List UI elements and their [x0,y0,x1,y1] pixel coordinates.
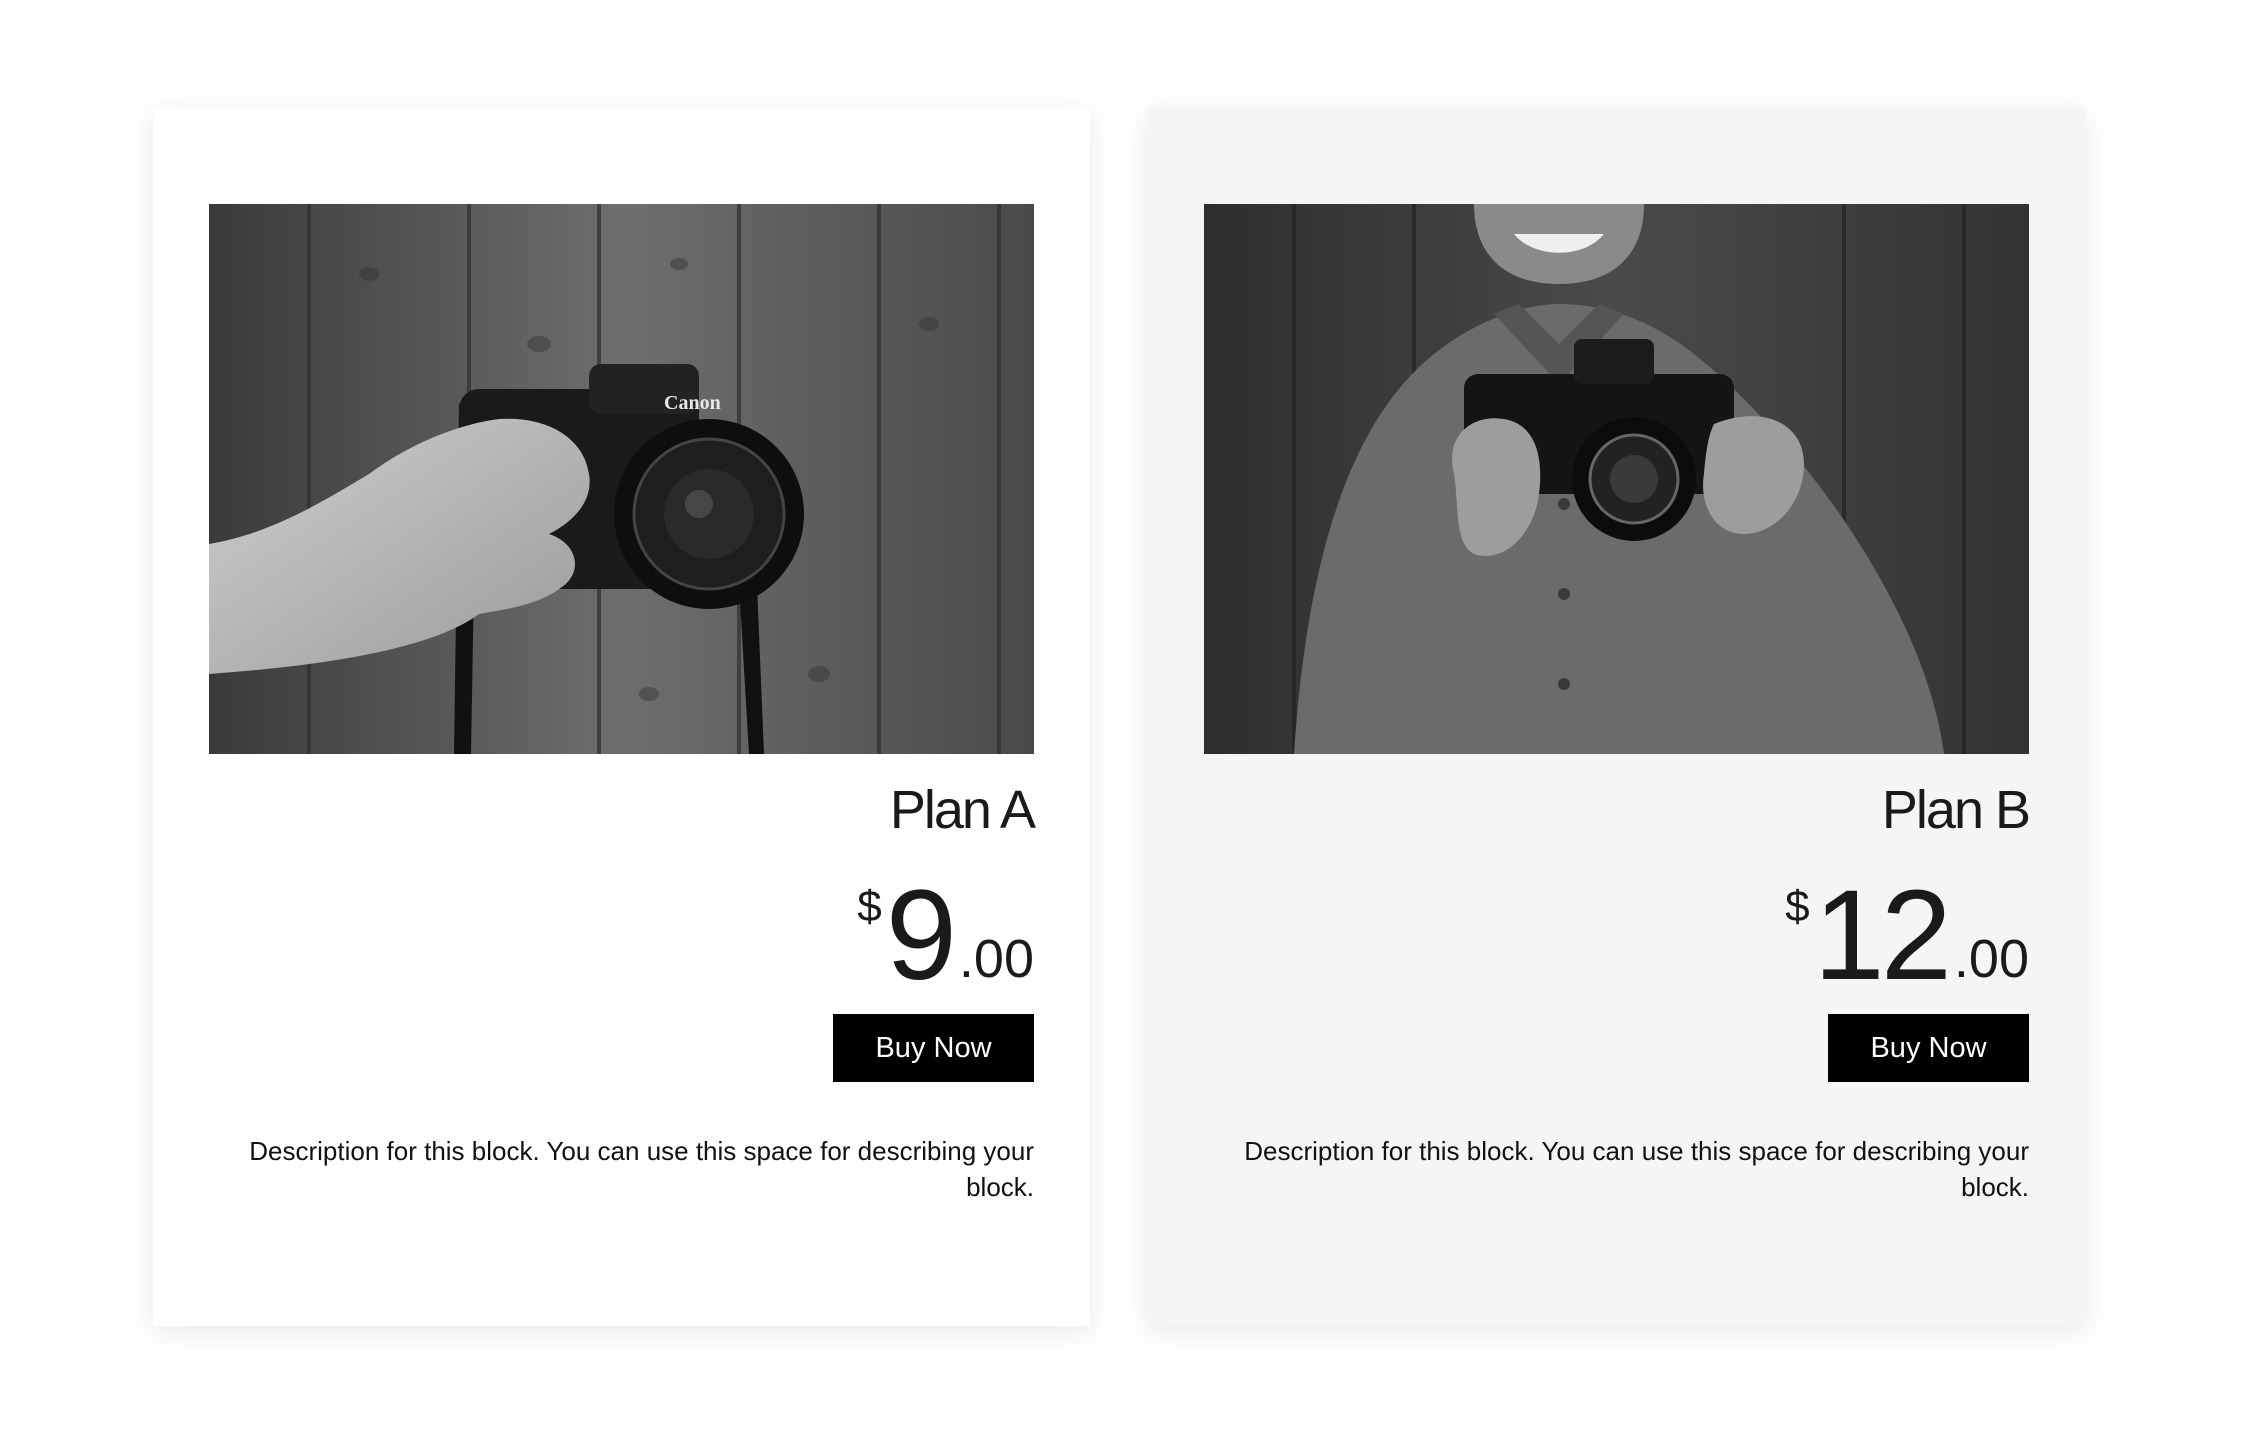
camera-hand-image: Canon [209,204,1034,754]
man-with-camera-image [1204,204,2029,754]
price: $ 9 .00 [857,872,1034,1002]
plan-name: Plan A [889,780,1036,840]
price: $ 12 .00 [1785,872,2029,1002]
plan-a-photo: Canon [209,204,1034,754]
camera-brand-label: Canon [664,392,721,414]
buy-now-button[interactable]: Buy Now [1828,1014,2029,1082]
plan-description: Description for this block. You can use … [1244,1136,2029,1202]
buy-now-button[interactable]: Buy Now [833,1014,1034,1082]
plan-name: Plan B [1881,780,2031,840]
plan-b-photo [1204,204,2029,754]
price-currency: $ [857,882,882,931]
price-amount: 12 [1813,864,1952,1007]
price-amount: 9 [885,864,957,1007]
pricing-card-plan-a: Canon Plan A $ 9 .00 Buy Now Description… [153,107,1090,1326]
pricing-section: Canon Plan A $ 9 .00 Buy Now Description… [0,0,2244,1430]
price-decimals: .00 [1953,929,2029,989]
price-currency: $ [1785,882,1810,931]
price-decimals: .00 [958,929,1034,989]
pricing-card-plan-b: Plan B $ 12 .00 Buy Now Description for … [1148,107,2085,1326]
plan-description: Description for this block. You can use … [249,1136,1034,1202]
